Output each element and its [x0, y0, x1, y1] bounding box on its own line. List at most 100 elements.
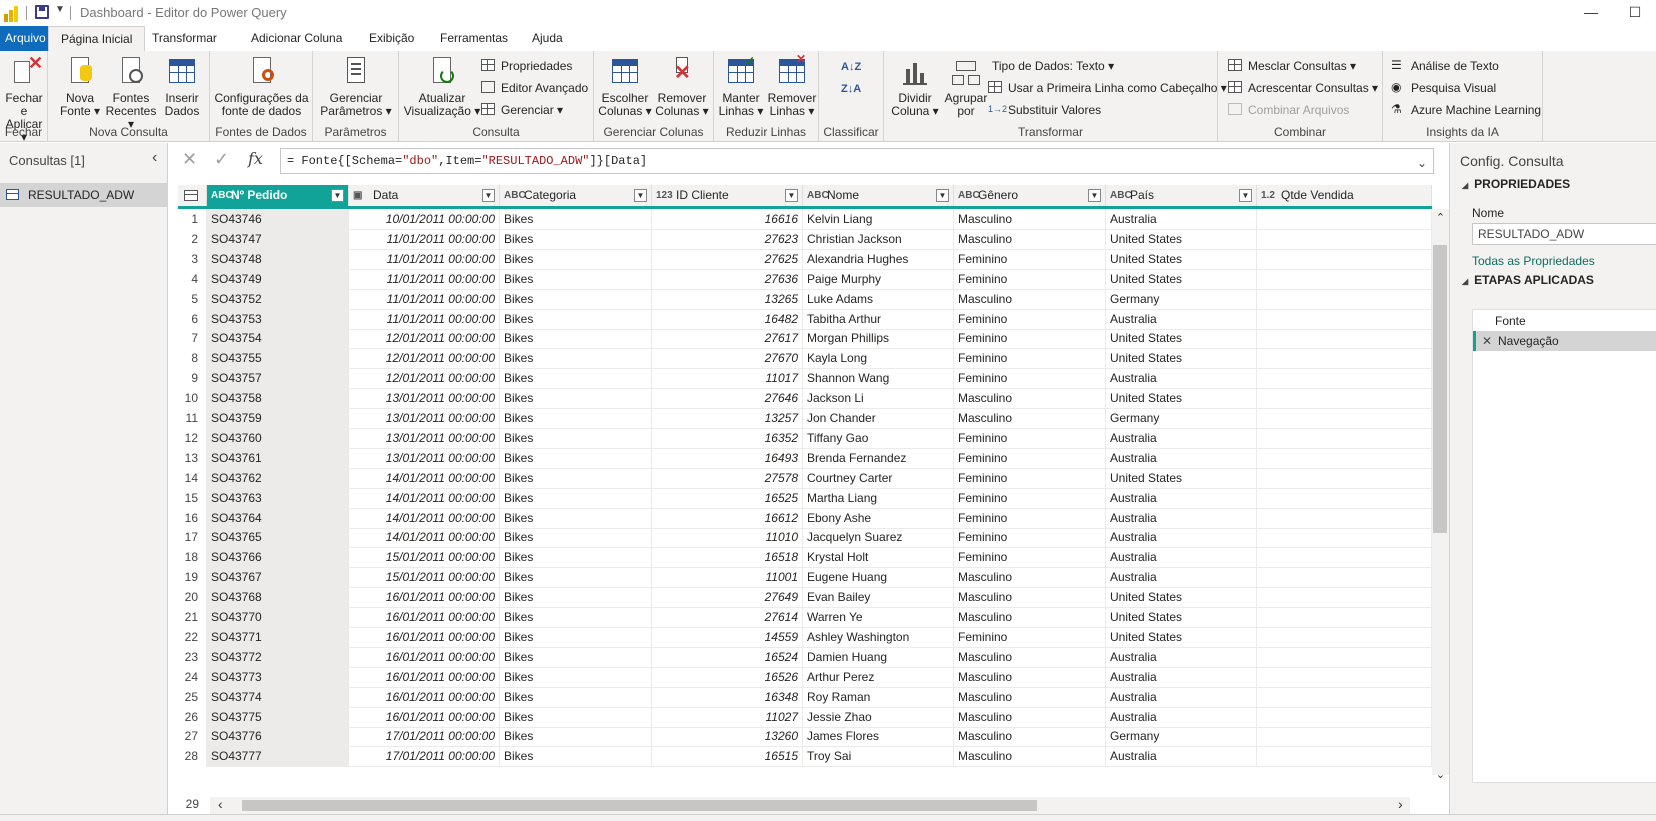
- accept-formula-icon[interactable]: ✓: [214, 149, 229, 170]
- date-cell[interactable]: 17/01/2011 00:00:00: [349, 726, 500, 748]
- country-cell[interactable]: Australia: [1106, 507, 1257, 529]
- customer-id-cell[interactable]: 27670: [652, 348, 803, 370]
- gender-cell[interactable]: Masculino: [954, 706, 1106, 728]
- name-cell[interactable]: James Flores: [803, 726, 954, 748]
- column-type-icon[interactable]: ABC: [958, 185, 980, 206]
- choose-columns-button[interactable]: Escolher Colunas ▾: [598, 55, 652, 118]
- name-cell[interactable]: Evan Bailey: [803, 587, 954, 609]
- remove-columns-button[interactable]: ✕ Remover Colunas ▾: [654, 55, 710, 118]
- tab-exibicao[interactable]: Exibição: [357, 26, 426, 51]
- quantity-cell[interactable]: [1257, 368, 1432, 390]
- order-id-cell[interactable]: SO43759: [207, 408, 349, 429]
- gender-cell[interactable]: Feminino: [954, 368, 1106, 390]
- group-by-button[interactable]: Agrupar por: [942, 55, 990, 118]
- date-cell[interactable]: 11/01/2011 00:00:00: [349, 288, 500, 310]
- name-cell[interactable]: Ebony Ashe: [803, 507, 954, 529]
- date-cell[interactable]: 12/01/2011 00:00:00: [349, 328, 500, 350]
- country-cell[interactable]: United States: [1106, 467, 1257, 489]
- keep-rows-button[interactable]: ✓ Manter Linhas ▾: [716, 55, 766, 118]
- column-filter-dropdown-icon[interactable]: ▼: [785, 189, 798, 202]
- gender-cell[interactable]: Feminino: [954, 427, 1106, 449]
- scroll-down-icon[interactable]: ⌄: [1432, 766, 1449, 784]
- order-id-cell[interactable]: SO43774: [207, 686, 349, 708]
- order-id-cell[interactable]: SO43777: [207, 746, 349, 768]
- country-cell[interactable]: Australia: [1106, 447, 1257, 469]
- query-name-input[interactable]: RESULTADO_ADW: [1472, 223, 1656, 245]
- order-id-cell[interactable]: SO43771: [207, 626, 349, 648]
- advanced-editor-button[interactable]: Editor Avançado: [481, 78, 588, 98]
- new-source-button[interactable]: Nova Fonte ▾: [58, 55, 102, 118]
- country-cell[interactable]: Germany: [1106, 408, 1257, 429]
- country-cell[interactable]: United States: [1106, 328, 1257, 350]
- category-cell[interactable]: Bikes: [500, 587, 652, 609]
- order-id-cell[interactable]: SO43776: [207, 726, 349, 748]
- gender-cell[interactable]: Feminino: [954, 507, 1106, 529]
- date-cell[interactable]: 13/01/2011 00:00:00: [349, 447, 500, 469]
- quantity-cell[interactable]: [1257, 228, 1432, 250]
- merge-queries-button[interactable]: Mesclar Consultas ▾: [1228, 56, 1356, 76]
- scroll-left-icon[interactable]: ‹: [218, 796, 223, 812]
- name-cell[interactable]: Brenda Fernandez: [803, 447, 954, 469]
- order-id-cell[interactable]: SO43768: [207, 587, 349, 609]
- date-cell[interactable]: 14/01/2011 00:00:00: [349, 467, 500, 489]
- cancel-formula-icon[interactable]: ✕: [182, 149, 197, 170]
- date-cell[interactable]: 11/01/2011 00:00:00: [349, 268, 500, 290]
- quantity-cell[interactable]: [1257, 726, 1432, 748]
- quantity-cell[interactable]: [1257, 607, 1432, 628]
- date-cell[interactable]: 12/01/2011 00:00:00: [349, 348, 500, 370]
- category-cell[interactable]: Bikes: [500, 626, 652, 648]
- customer-id-cell[interactable]: 27646: [652, 388, 803, 410]
- category-cell[interactable]: Bikes: [500, 646, 652, 668]
- country-cell[interactable]: Australia: [1106, 527, 1257, 549]
- order-id-cell[interactable]: SO43754: [207, 328, 349, 350]
- category-cell[interactable]: Bikes: [500, 666, 652, 688]
- column-header[interactable]: ABC Nº Pedido ▼: [207, 185, 349, 206]
- customer-id-cell[interactable]: 16612: [652, 507, 803, 529]
- combine-files-button[interactable]: Combinar Arquivos: [1228, 100, 1349, 120]
- column-filter-dropdown-icon[interactable]: ▼: [331, 189, 344, 202]
- gender-cell[interactable]: Masculino: [954, 726, 1106, 748]
- quantity-cell[interactable]: [1257, 248, 1432, 270]
- gender-cell[interactable]: Masculino: [954, 587, 1106, 609]
- quantity-cell[interactable]: [1257, 447, 1432, 469]
- order-id-cell[interactable]: SO43770: [207, 607, 349, 628]
- date-cell[interactable]: 16/01/2011 00:00:00: [349, 706, 500, 728]
- date-cell[interactable]: 16/01/2011 00:00:00: [349, 587, 500, 609]
- order-id-cell[interactable]: SO43764: [207, 507, 349, 529]
- country-cell[interactable]: Australia: [1106, 686, 1257, 708]
- category-cell[interactable]: Bikes: [500, 507, 652, 529]
- table-menu-icon[interactable]: [178, 185, 207, 206]
- name-cell[interactable]: Shannon Wang: [803, 368, 954, 390]
- date-cell[interactable]: 16/01/2011 00:00:00: [349, 646, 500, 668]
- country-cell[interactable]: United States: [1106, 607, 1257, 628]
- quantity-cell[interactable]: [1257, 646, 1432, 668]
- customer-id-cell[interactable]: 16348: [652, 686, 803, 708]
- quantity-cell[interactable]: [1257, 348, 1432, 370]
- category-cell[interactable]: Bikes: [500, 487, 652, 509]
- tab-transformar[interactable]: Transformar: [140, 26, 229, 51]
- name-cell[interactable]: Roy Raman: [803, 686, 954, 708]
- date-cell[interactable]: 11/01/2011 00:00:00: [349, 228, 500, 250]
- quantity-cell[interactable]: [1257, 268, 1432, 290]
- gender-cell[interactable]: Masculino: [954, 666, 1106, 688]
- date-cell[interactable]: 11/01/2011 00:00:00: [349, 248, 500, 270]
- category-cell[interactable]: Bikes: [500, 567, 652, 589]
- gender-cell[interactable]: Feminino: [954, 467, 1106, 489]
- name-cell[interactable]: Tiffany Gao: [803, 427, 954, 449]
- order-id-cell[interactable]: SO43762: [207, 467, 349, 489]
- gender-cell[interactable]: Feminino: [954, 328, 1106, 350]
- category-cell[interactable]: Bikes: [500, 427, 652, 449]
- column-filter-dropdown-icon[interactable]: ▼: [1239, 189, 1252, 202]
- name-cell[interactable]: Eugene Huang: [803, 567, 954, 589]
- category-cell[interactable]: Bikes: [500, 328, 652, 350]
- column-filter-dropdown-icon[interactable]: ▼: [482, 189, 495, 202]
- gender-cell[interactable]: Masculino: [954, 408, 1106, 429]
- column-header[interactable]: 123 ID Cliente ▼: [652, 185, 803, 206]
- gender-cell[interactable]: Feminino: [954, 447, 1106, 469]
- category-cell[interactable]: Bikes: [500, 228, 652, 250]
- country-cell[interactable]: Australia: [1106, 646, 1257, 668]
- sort-ascending-icon[interactable]: A↓Z: [841, 57, 861, 77]
- name-cell[interactable]: Jon Chander: [803, 408, 954, 429]
- text-analytics-button[interactable]: ☰ Análise de Texto: [1391, 56, 1499, 76]
- customer-id-cell[interactable]: 14559: [652, 626, 803, 648]
